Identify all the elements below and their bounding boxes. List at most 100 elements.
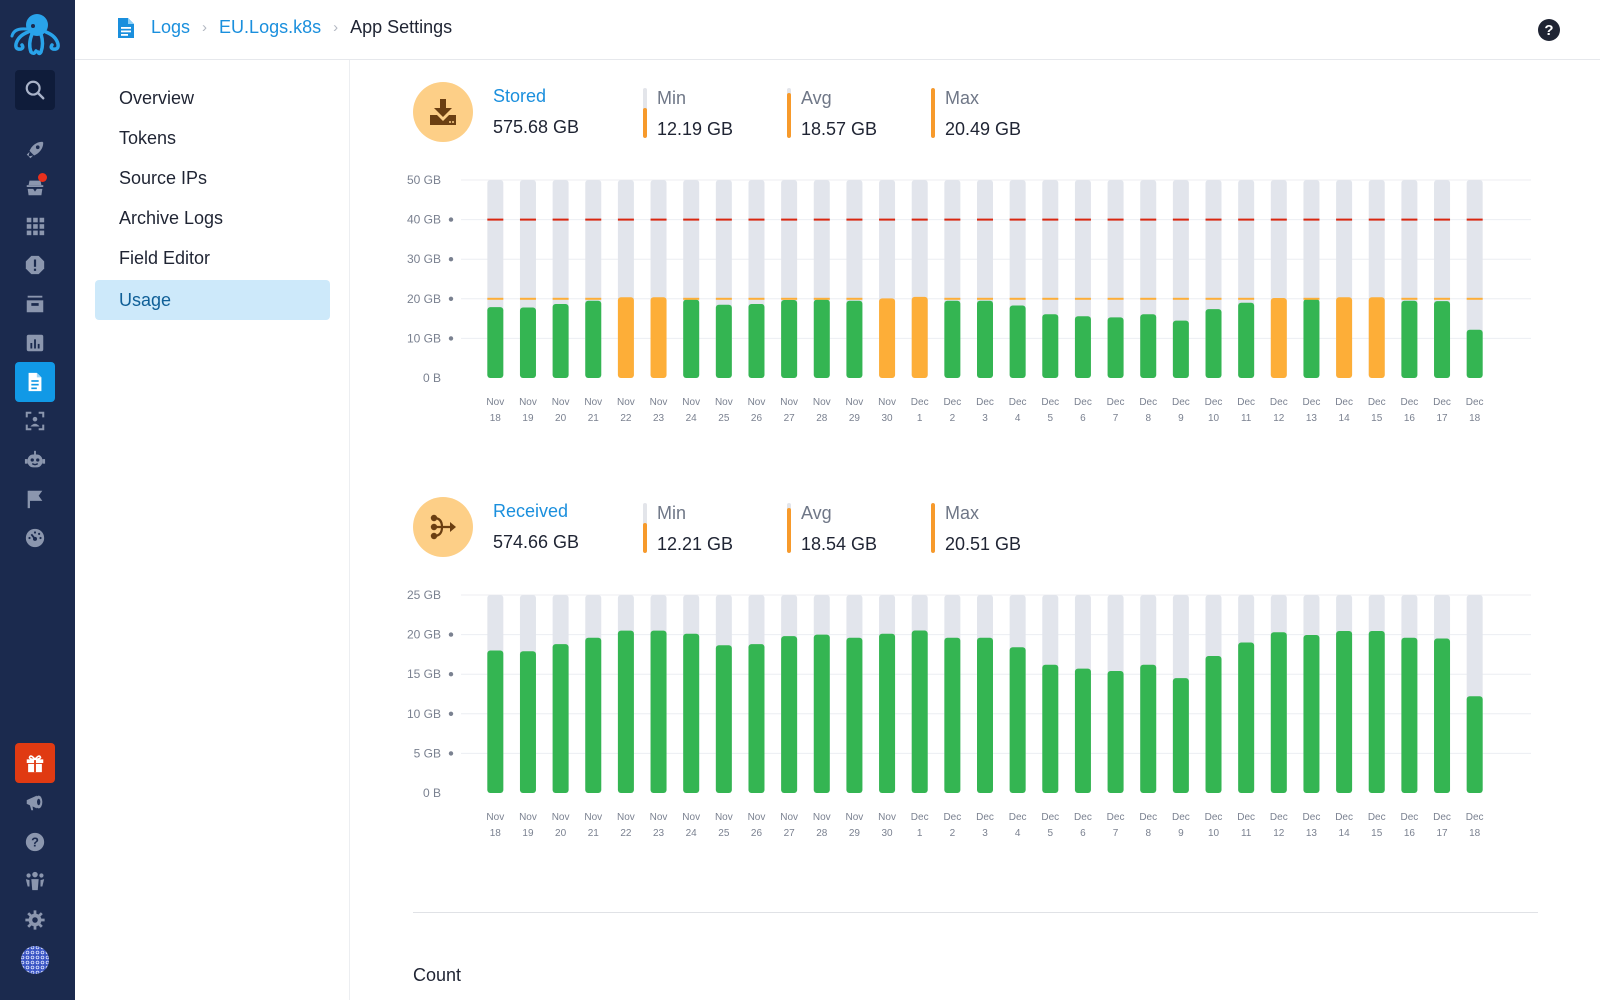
x-tick-day: 15 [1371,828,1383,839]
breadcrumb-app-link[interactable]: EU.Logs.k8s [219,17,321,38]
count-section-title: Count [413,965,462,985]
y-tick-label: 20 GB [407,628,441,642]
rail-spy-button[interactable] [15,167,55,207]
bar [1401,300,1418,378]
bar [552,644,569,793]
breadcrumb: Logs › EU.Logs.k8s › App Settings [117,17,452,38]
rail-robot-button[interactable] [15,440,55,480]
x-tick-day: 24 [686,828,698,839]
x-tick-month: Nov [519,812,537,823]
x-tick-month: Nov [682,397,700,408]
x-tick-month: Nov [650,812,668,823]
rail-logs-button[interactable] [15,362,55,402]
limit-threshold-mark [1401,218,1418,221]
subnav-item-source-ips[interactable]: Source IPs [95,158,330,198]
x-tick-day: 19 [522,413,534,424]
x-tick-month: Dec [976,397,994,408]
x-tick-day: 18 [490,413,502,424]
subnav-item-usage[interactable]: Usage [95,280,330,320]
rail-announcements-button[interactable] [15,782,55,822]
stored-avg-bar [787,88,791,138]
bar [846,300,863,378]
rail-help-button[interactable]: ? [15,822,55,862]
bar [781,636,798,793]
warning-threshold-mark [519,297,536,300]
x-tick-day: 23 [653,413,665,424]
warning-threshold-mark [781,297,798,300]
bar [846,637,863,793]
stored-avg-bar-fill [787,93,791,138]
subnav-item-field-editor[interactable]: Field Editor [95,238,330,278]
rail-alerts-button[interactable] [15,245,55,285]
rail-apps-button[interactable] [15,206,55,246]
warning-threshold-mark [585,297,602,300]
rail-user-scan-button[interactable] [15,401,55,441]
bar [944,300,961,378]
logo-octopus-icon[interactable] [10,12,64,56]
rail-archive-button[interactable] [15,284,55,324]
breadcrumb-logs-link[interactable]: Logs [151,17,190,38]
limit-threshold-mark [1303,218,1320,221]
x-tick-day: 20 [555,413,567,424]
rocket-icon [26,141,44,159]
x-tick-month: Dec [1400,812,1418,823]
bar [683,299,700,378]
rail-settings-button[interactable] [15,900,55,940]
stored-chart: 0 B 10 GB 20 GB 30 GB 40 GB 50 GB Nov 18 Nov 19 No… [401,168,1541,428]
warning-threshold-mark [715,297,732,300]
rail-gift-button[interactable] [15,743,55,783]
x-tick-month: Dec [1107,397,1125,408]
x-tick-day: 25 [718,828,730,839]
x-tick-day: 1 [917,413,923,424]
x-tick-month: Dec [1139,397,1157,408]
bar [1336,297,1353,378]
received-total: Received 574.66 GB [493,501,579,553]
settings-subnav: Overview Tokens Source IPs Archive Logs … [75,60,350,1000]
search-button[interactable] [15,70,55,110]
x-tick-month: Dec [1041,812,1059,823]
bar [1368,297,1385,378]
received-min: Min 12.21 GB [643,503,733,555]
bar [977,300,993,378]
x-tick-month: Dec [1009,397,1027,408]
x-tick-month: Dec [1335,812,1353,823]
x-tick-month: Nov [878,397,896,408]
x-tick-month: Nov [486,397,504,408]
user-avatar[interactable] [15,940,55,980]
subnav-item-tokens[interactable]: Tokens [95,118,330,158]
y-tick-dot [448,296,454,301]
x-tick-month: Nov [715,397,733,408]
subnav-item-archive-logs[interactable]: Archive Logs [95,198,330,238]
limit-threshold-mark [1107,218,1124,221]
bar [1042,314,1059,378]
x-tick-month: Dec [1303,397,1321,408]
limit-threshold-mark [1466,218,1483,221]
y-tick-label: 5 GB [414,746,441,760]
rail-rocket-button[interactable] [15,130,55,170]
rail-gauge-button[interactable] [15,518,55,558]
limit-threshold-mark [1074,218,1091,221]
x-tick-month: Dec [1205,812,1223,823]
rail-dashboards-button[interactable] [15,323,55,363]
bar [1009,305,1026,378]
rail-flag-button[interactable] [15,479,55,519]
bar [1074,668,1091,793]
x-tick-month: Dec [911,812,929,823]
subnav-item-overview[interactable]: Overview [95,78,330,118]
limit-threshold-mark [1140,218,1157,221]
bar [487,650,504,793]
merge-arrow-icon [430,514,456,540]
bar [1140,664,1157,793]
stored-min-value: 12.19 GB [657,119,734,139]
x-tick-day: 7 [1113,828,1119,839]
rail-team-button[interactable] [15,861,55,901]
limit-threshold-mark [1336,218,1353,221]
x-tick-day: 23 [653,828,665,839]
download-tray-icon [430,99,456,125]
y-tick-dot [448,336,454,341]
stored-avg: Avg 18.57 GB [787,88,877,140]
limit-threshold-mark [944,218,961,221]
x-tick-month: Nov [748,397,766,408]
stored-min: Min 12.19 GB [643,88,733,140]
help-button[interactable]: ? [1538,19,1560,41]
